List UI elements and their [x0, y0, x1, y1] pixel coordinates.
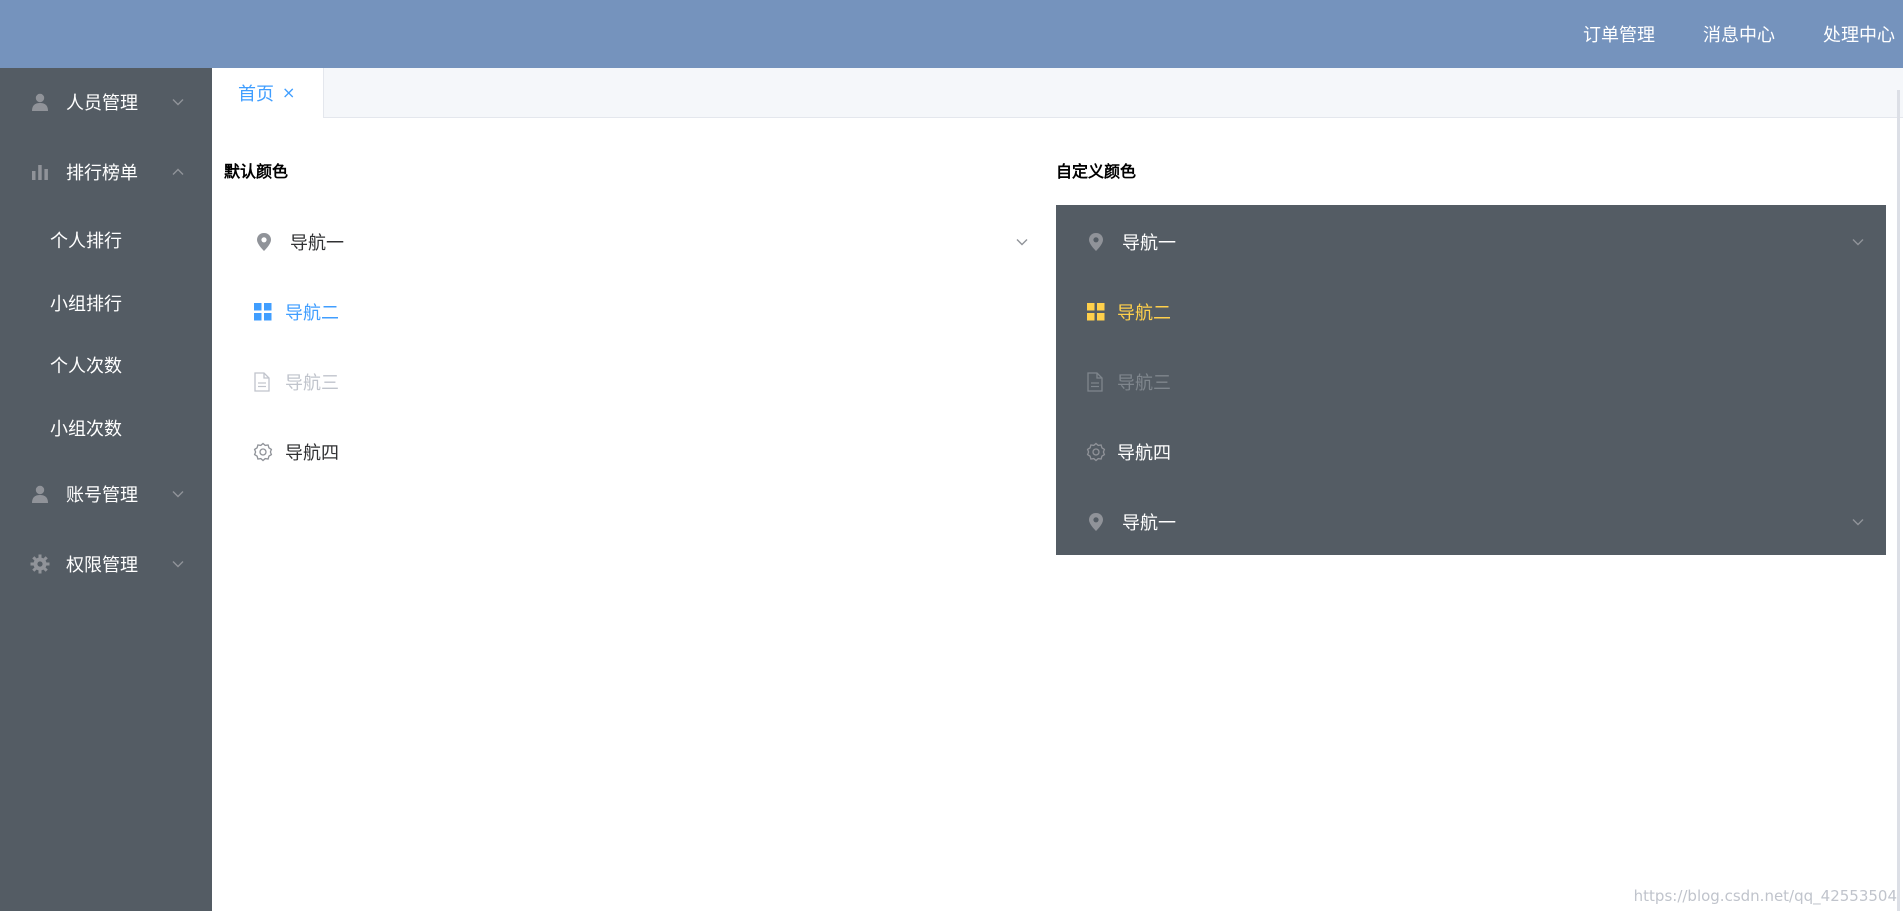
custom-menu-item-nav4[interactable]: 导航四	[1056, 424, 1886, 480]
sidebar-item-label: 排行榜单	[66, 163, 138, 184]
top-header: 订单管理 消息中心 处理中心	[0, 0, 1903, 68]
default-color-title: 默认颜色	[224, 162, 289, 181]
custom-menu-item-nav1[interactable]: 导航一	[1056, 214, 1886, 270]
close-icon[interactable]: ×	[282, 85, 295, 101]
top-nav-item-orders[interactable]: 订单管理	[1583, 21, 1655, 47]
custom-menu-item-nav2[interactable]: 导航二	[1056, 284, 1886, 340]
sidebar-subitem-personal-count[interactable]: 个人次数	[0, 340, 212, 390]
sidebar-item-permissions[interactable]: 权限管理	[0, 536, 212, 592]
menu-item-label: 导航一	[1122, 513, 1176, 534]
sidebar-item-personnel[interactable]: 人员管理	[0, 74, 212, 130]
gear-icon	[30, 554, 50, 574]
menu-item-label: 导航三	[1117, 373, 1171, 394]
sidebar: 人员管理 排行榜单 个人排行 小组排行 个人次数 小组次数 账号管理 权限管理	[0, 68, 212, 911]
watermark: https://blog.csdn.net/qq_42553504	[1633, 887, 1897, 905]
location-icon	[1089, 513, 1103, 531]
sidebar-item-label: 权限管理	[66, 555, 138, 576]
custom-color-title: 自定义颜色	[1056, 162, 1137, 181]
bar-chart-icon	[32, 165, 48, 180]
chevron-down-icon	[1852, 239, 1864, 246]
menu-item-label: 导航三	[285, 373, 339, 394]
document-icon	[1087, 372, 1103, 392]
sidebar-subitem-label: 个人次数	[50, 356, 122, 377]
sidebar-item-label: 人员管理	[66, 93, 138, 114]
menu-item-label: 导航二	[1117, 303, 1171, 324]
sidebar-subitem-label: 个人排行	[50, 231, 122, 252]
sidebar-subitem-label: 小组排行	[50, 294, 122, 315]
grid-menu-icon	[1087, 303, 1105, 321]
chevron-down-icon	[172, 561, 184, 568]
document-icon	[254, 372, 270, 392]
menu-item-label: 导航一	[290, 233, 344, 254]
tab-label: 首页	[238, 84, 274, 105]
scrollbar[interactable]	[1897, 90, 1900, 911]
user-icon	[32, 485, 48, 503]
top-nav: 订单管理 消息中心 处理中心	[1535, 0, 1903, 68]
grid-menu-icon	[254, 303, 272, 321]
tab-bar: 首页 ×	[212, 68, 1903, 118]
location-icon	[1089, 233, 1103, 251]
custom-menu: 导航一 导航二 导航三 导航四 导航一	[1056, 205, 1886, 555]
chevron-down-icon	[172, 99, 184, 106]
chevron-down-icon	[172, 491, 184, 498]
default-menu-item-nav4[interactable]: 导航四	[224, 424, 1036, 480]
setting-icon	[1086, 442, 1106, 462]
default-menu-item-nav3: 导航三	[224, 354, 1036, 410]
chevron-down-icon	[1016, 239, 1028, 246]
chevron-up-icon	[172, 168, 184, 175]
sidebar-subitem-label: 小组次数	[50, 419, 122, 440]
menu-item-label: 导航四	[1117, 443, 1171, 464]
sidebar-item-accounts[interactable]: 账号管理	[0, 466, 212, 522]
menu-item-label: 导航二	[285, 303, 339, 324]
sidebar-item-rankings[interactable]: 排行榜单	[0, 144, 212, 200]
sidebar-subitem-group-count[interactable]: 小组次数	[0, 403, 212, 453]
tab-home[interactable]: 首页 ×	[212, 68, 324, 118]
top-nav-item-messages[interactable]: 消息中心	[1703, 21, 1775, 47]
default-menu-item-nav2[interactable]: 导航二	[224, 284, 1036, 340]
menu-item-label: 导航一	[1122, 233, 1176, 254]
sidebar-item-label: 账号管理	[66, 485, 138, 506]
custom-menu-item-nav1-second[interactable]: 导航一	[1056, 494, 1886, 550]
location-icon	[257, 233, 271, 251]
default-menu: 导航一 导航二 导航三 导航四	[224, 207, 1036, 487]
menu-item-label: 导航四	[285, 443, 339, 464]
sidebar-subitem-group-ranking[interactable]: 小组排行	[0, 278, 212, 328]
setting-icon	[253, 442, 273, 462]
default-menu-item-nav1[interactable]: 导航一	[224, 214, 1036, 270]
top-nav-item-processing[interactable]: 处理中心	[1823, 21, 1895, 47]
user-icon	[32, 93, 48, 111]
sidebar-subitem-personal-ranking[interactable]: 个人排行	[0, 215, 212, 265]
custom-menu-item-nav3: 导航三	[1056, 354, 1886, 410]
chevron-down-icon	[1852, 519, 1864, 526]
